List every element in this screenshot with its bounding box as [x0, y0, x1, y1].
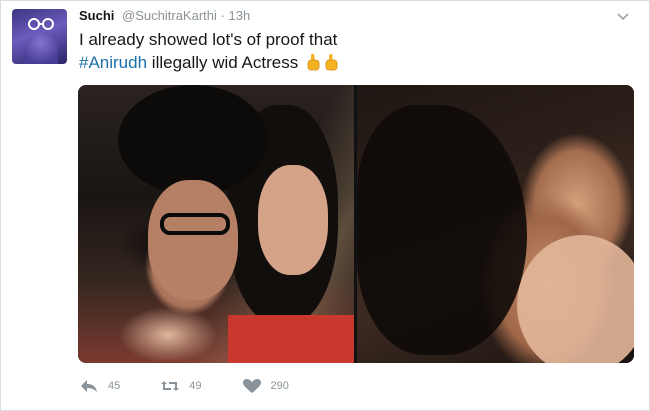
photo-shape [228, 315, 354, 363]
tweet-text-rest: illegally wid Actress [147, 53, 299, 72]
photo-shape [118, 85, 268, 195]
avatar[interactable] [12, 9, 67, 64]
retweet-count: 49 [189, 380, 202, 392]
tweet-header: Suchi @SuchitraKarthi · 13h [79, 8, 250, 23]
reply-button[interactable]: 45 [79, 378, 120, 394]
photo-shape [258, 165, 328, 275]
timestamp[interactable]: 13h [228, 8, 250, 23]
retweet-button[interactable]: 49 [160, 378, 202, 394]
tweet-actions: 45 49 290 [79, 376, 329, 396]
photo-shape [517, 235, 634, 363]
heart-icon [242, 379, 261, 393]
author-handle[interactable]: @SuchitraKarthi [122, 8, 217, 23]
reply-icon [81, 380, 97, 392]
pointing-hand-emoji-icon [307, 54, 320, 71]
tweet-card: Suchi @SuchitraKarthi · 13h I already sh… [0, 0, 650, 411]
reply-count: 45 [108, 380, 121, 392]
chevron-down-icon[interactable] [615, 9, 631, 25]
hashtag-link[interactable]: #Anirudh [79, 53, 147, 72]
like-count: 290 [270, 380, 289, 392]
retweet-icon [161, 381, 180, 391]
photo-shape [160, 213, 230, 235]
avatar-figure [24, 33, 58, 64]
pointing-hand-emoji-icon [325, 54, 338, 71]
photo-shape [148, 180, 238, 300]
separator-dot: · [220, 8, 225, 23]
like-button[interactable]: 290 [242, 378, 289, 394]
photo-kiss[interactable] [357, 85, 634, 363]
author-name[interactable]: Suchi [79, 8, 114, 23]
glasses-icon [28, 18, 54, 30]
tweet-text-line-2: #Anirudh illegally wid Actress [79, 51, 499, 74]
tweet-text-line-1: I already showed lot's of proof that [79, 30, 338, 49]
photo-selfie[interactable] [78, 85, 354, 363]
media-container [78, 85, 634, 363]
tweet-text: I already showed lot's of proof that #An… [79, 28, 499, 74]
photo-shape [357, 105, 527, 355]
